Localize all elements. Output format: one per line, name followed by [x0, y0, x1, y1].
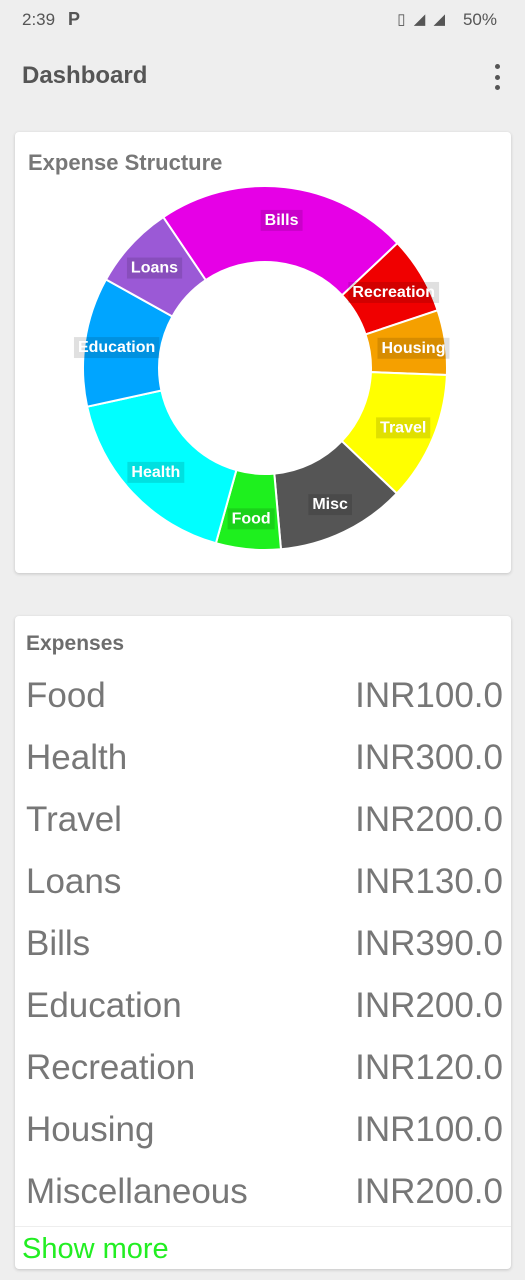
page-title: Dashboard — [22, 62, 148, 89]
expense-donut-chart: Bills Recreation Housing Travel Misc Food Heal… — [73, 185, 450, 551]
expense-name: Education — [26, 986, 182, 1025]
expense-row[interactable]: Recreation INR120.0 — [15, 1040, 511, 1102]
expense-amount: INR100.0 — [355, 1110, 503, 1149]
status-time: 2:39 — [22, 10, 56, 29]
slice-label-recreation: Recreation — [348, 281, 440, 303]
signal-icons: ▯ ◢ ◢ — [397, 10, 447, 28]
expense-amount: INR200.0 — [355, 1172, 503, 1211]
expense-row[interactable]: Education INR200.0 — [15, 978, 511, 1040]
app-bar: Dashboard — [0, 40, 525, 110]
expense-row[interactable]: Housing INR100.0 — [15, 1102, 511, 1164]
slice-label-housing: Housing — [377, 337, 450, 359]
expenses-card: Expenses Food INR100.0 Health INR300.0 Trave… — [15, 616, 511, 1269]
signal-icon: ◢ — [413, 11, 428, 28]
battery-level: 50% — [462, 10, 497, 29]
vibrate-icon: ▯ — [397, 11, 408, 28]
expense-amount: INR300.0 — [355, 738, 503, 777]
expense-name: Travel — [26, 800, 122, 839]
slice-label-health: Health — [127, 461, 185, 483]
slice-label-text: Misc — [312, 496, 348, 513]
expense-row[interactable]: Miscellaneous INR200.0 — [15, 1164, 511, 1226]
expense-name: Recreation — [26, 1048, 196, 1087]
slice-label-travel: Travel — [376, 417, 431, 439]
expense-row[interactable]: Bills INR390.0 — [15, 916, 511, 978]
overflow-menu-icon[interactable] — [487, 62, 507, 92]
expense-row[interactable]: Loans INR130.0 — [15, 854, 511, 916]
show-more-button[interactable]: Show more — [15, 1226, 511, 1267]
expense-amount: INR200.0 — [355, 986, 503, 1025]
slice-label-food: Food — [227, 508, 275, 530]
slice-label-text: Education — [78, 339, 155, 356]
slice-label-text: Recreation — [352, 284, 435, 301]
expense-structure-card: Expense Structure Bills Recreation Housing… — [15, 132, 511, 573]
expense-name: Housing — [26, 1110, 155, 1149]
expense-row[interactable]: Health INR300.0 — [15, 730, 511, 792]
slice-label-misc: Misc — [308, 494, 352, 516]
expense-row[interactable]: Food INR100.0 — [15, 668, 511, 730]
slice-label-education: Education — [73, 337, 160, 359]
slice-label-bills: Bills — [260, 209, 303, 231]
expense-name: Miscellaneous — [26, 1172, 248, 1211]
expense-row[interactable]: Travel INR200.0 — [15, 792, 511, 854]
slice-label-text: Health — [131, 464, 180, 481]
expense-name: Health — [26, 738, 128, 777]
slice-label-text: Loans — [131, 260, 178, 277]
notification-icon: P — [68, 9, 81, 29]
expense-name: Loans — [26, 862, 122, 901]
expense-amount: INR120.0 — [355, 1048, 503, 1087]
expense-list: Food INR100.0 Health INR300.0 Travel INR200.0… — [15, 668, 511, 1226]
expense-name: Bills — [26, 924, 91, 963]
expense-amount: INR130.0 — [355, 862, 503, 901]
expense-amount: INR200.0 — [355, 800, 503, 839]
expense-name: Food — [26, 676, 106, 715]
status-bar: 2:39 P ▯ ◢ ◢ 50% — [0, 0, 525, 40]
slice-label-text: Travel — [380, 419, 426, 436]
expenses-title: Expenses — [26, 632, 125, 655]
4g-signal-icon: ◢ — [433, 11, 447, 28]
slice-label-loans: Loans — [126, 257, 183, 279]
expense-amount: INR390.0 — [355, 924, 503, 963]
slice-label-text: Bills — [265, 212, 299, 229]
slice-label-text: Housing — [381, 340, 445, 357]
slice-label-text: Food — [232, 510, 271, 527]
show-more-label: Show more — [22, 1233, 169, 1265]
expense-amount: INR100.0 — [355, 676, 503, 715]
